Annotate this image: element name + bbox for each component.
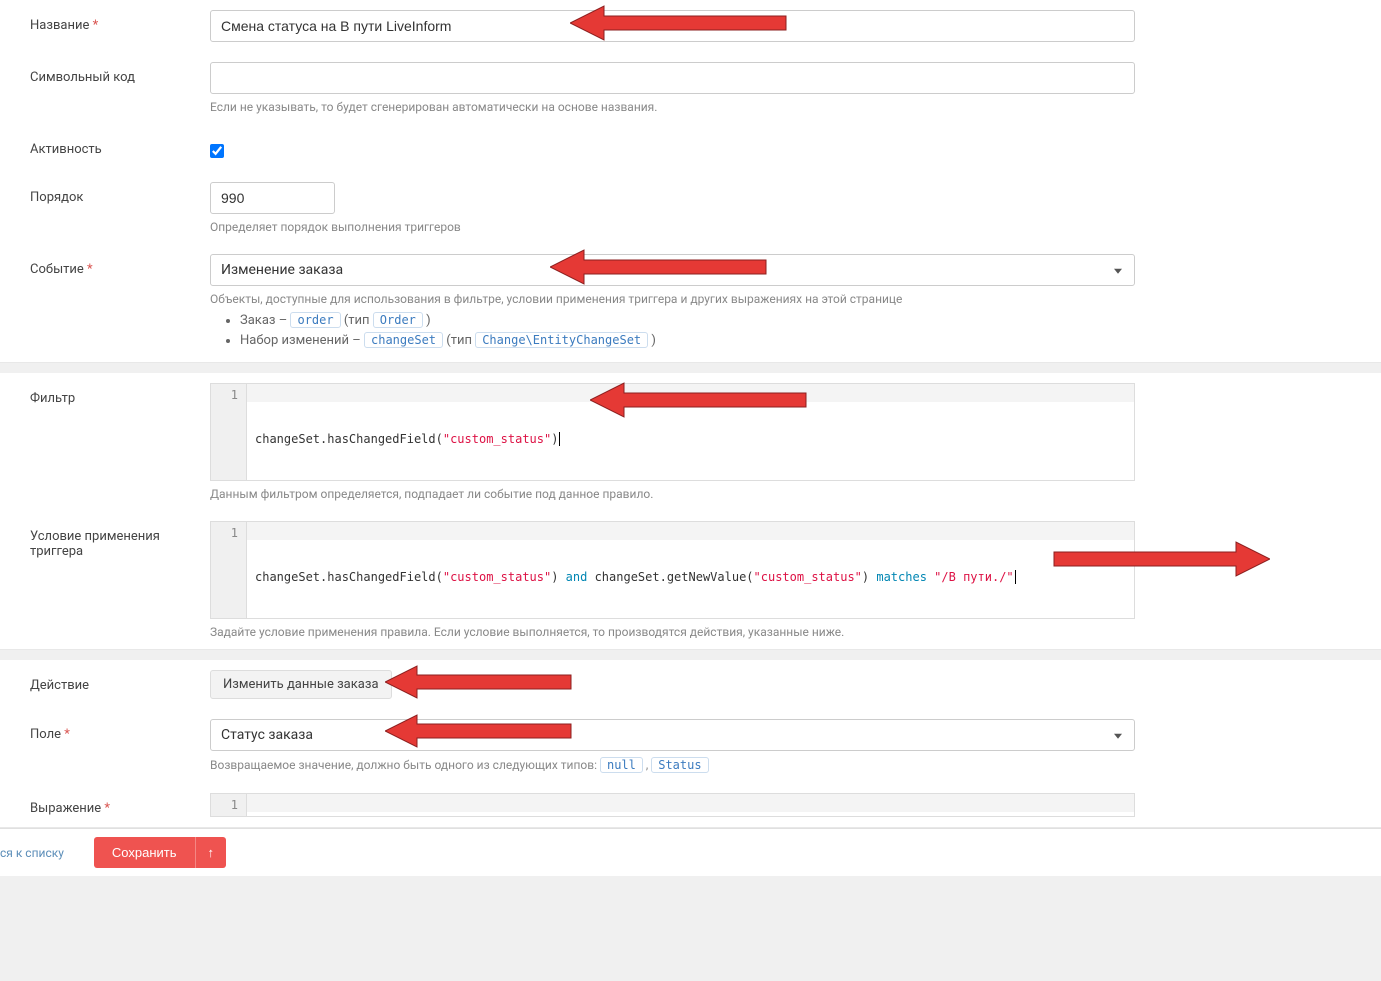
event-select[interactable]: Изменение заказа [210,254,1135,286]
condition-editor[interactable]: 1 changeSet.hasChangedField("custom_stat… [210,521,1135,619]
field-label: Поле [0,719,210,742]
event-object-item: Заказ – order (тип Order ) [240,312,1181,328]
action-label: Действие [0,670,210,693]
active-label: Активность [0,134,210,157]
event-object-item: Набор изменений – changeSet (тип Change\… [240,332,1181,348]
code-help: Если не указывать, то будет сгенерирован… [210,100,1181,114]
action-value-tag[interactable]: Изменить данные заказа [210,670,392,699]
save-dropdown-button[interactable]: ↑ [195,837,227,868]
filter-editor[interactable]: 1 changeSet.hasChangedField("custom_stat… [210,383,1135,481]
expression-label: Выражение [0,793,210,816]
gutter: 1 [211,384,247,480]
expression-editor[interactable]: 1 [210,793,1135,817]
field-help: Возвращаемое значение, должно быть одног… [210,757,1181,773]
condition-label: Условие применения триггера [0,521,210,559]
name-label: Название [0,10,210,33]
field-select[interactable]: Статус заказа [210,719,1135,751]
filter-label: Фильтр [0,383,210,406]
back-to-list-link[interactable]: ся к списку [0,846,94,860]
active-checkbox[interactable] [210,144,224,158]
save-button[interactable]: Сохранить [94,837,195,868]
order-help: Определяет порядок выполнения триггеров [210,220,1181,234]
order-label: Порядок [0,182,210,205]
filter-help: Данным фильтром определяется, подпадает … [210,487,1181,501]
code-input[interactable] [210,62,1135,94]
event-objects-list: Заказ – order (тип Order ) Набор изменени… [240,312,1181,348]
event-label: Событие [0,254,210,277]
condition-help: Задайте условие применения правила. Если… [210,625,1181,639]
code-label: Символьный код [0,62,210,85]
name-input[interactable] [210,10,1135,42]
event-help: Объекты, доступные для использования в ф… [210,292,1181,306]
gutter: 1 [211,522,247,618]
order-input[interactable] [210,182,335,214]
gutter: 1 [211,794,247,816]
